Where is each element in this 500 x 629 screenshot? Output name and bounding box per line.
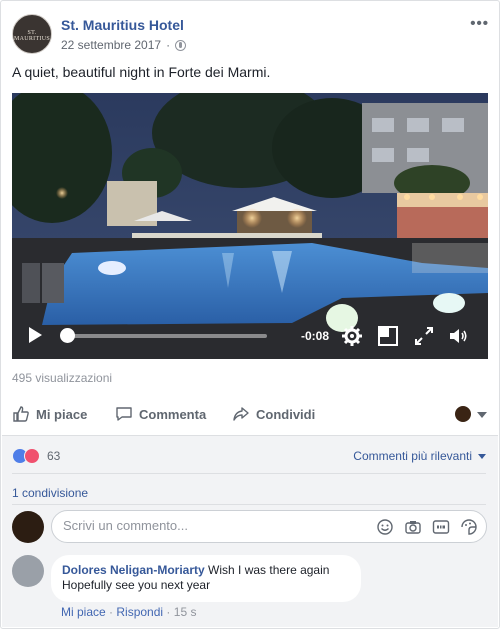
- comment-time[interactable]: 15 s: [174, 605, 197, 619]
- share-icon: [233, 407, 249, 421]
- thumbs-up-icon: [13, 406, 29, 422]
- settings-icon[interactable]: [342, 326, 362, 346]
- love-icon[interactable]: [24, 448, 40, 464]
- comment-like-link[interactable]: Mi piace: [61, 605, 106, 619]
- more-options-icon[interactable]: •••: [470, 15, 489, 32]
- sort-label: Commenti più rilevanti: [353, 449, 472, 463]
- comment-icon: [116, 407, 132, 421]
- comment-input[interactable]: [63, 518, 363, 533]
- time-remaining: -0:08: [301, 329, 330, 343]
- commenter-avatar[interactable]: [12, 555, 44, 587]
- comment-label: Commenta: [139, 406, 207, 422]
- comment-author-link[interactable]: Dolores Neligan-Moriarty: [62, 563, 205, 577]
- post-card: ST. MAURITIUS St. Mauritius Hotel 22 set…: [0, 0, 500, 629]
- comment-actions-separator: ·: [166, 605, 174, 619]
- user-avatar: [12, 511, 44, 543]
- fullscreen-icon[interactable]: [414, 326, 434, 346]
- reaction-count[interactable]: 63: [47, 449, 60, 463]
- divider: [12, 504, 486, 505]
- view-count: 495 visualizzazioni: [12, 371, 113, 385]
- comment-reply-link[interactable]: Rispondi: [116, 605, 163, 619]
- comments-section: 63 Commenti più rilevanti 1 condivisione: [2, 435, 498, 627]
- sticker-icon[interactable]: [460, 518, 478, 536]
- chevron-down-icon[interactable]: [477, 412, 487, 418]
- post-date[interactable]: 22 settembre 2017: [61, 38, 161, 52]
- share-label: Condividi: [256, 406, 316, 422]
- post-actions: Mi piace Commenta Condividi: [12, 396, 489, 432]
- mini-player-icon[interactable]: [378, 326, 398, 346]
- progress-scrubber[interactable]: [60, 328, 75, 343]
- meta-separator: ·: [166, 38, 171, 52]
- volume-icon[interactable]: [449, 326, 469, 346]
- video-player[interactable]: -0:08: [12, 93, 488, 359]
- comment-composer[interactable]: [51, 510, 487, 543]
- page-avatar[interactable]: ST. MAURITIUS: [12, 14, 52, 54]
- comment-actions: Mi piace · Rispondi · 15 s: [61, 605, 196, 619]
- like-button[interactable]: Mi piace: [12, 405, 87, 423]
- like-label: Mi piace: [36, 406, 88, 422]
- camera-icon[interactable]: [404, 518, 422, 536]
- emoji-icon[interactable]: [376, 518, 394, 536]
- comment-sort-dropdown[interactable]: Commenti più rilevanti: [353, 449, 486, 463]
- share-as-avatar[interactable]: [455, 406, 471, 422]
- play-icon[interactable]: [29, 327, 42, 343]
- post-meta: 22 settembre 2017 ·: [61, 38, 187, 52]
- page-name-link[interactable]: St. Mauritius Hotel: [61, 17, 184, 33]
- post-header: ST. MAURITIUS St. Mauritius Hotel 22 set…: [12, 14, 489, 56]
- comment-bubble: Dolores Neligan-Moriarty Wish I was ther…: [51, 555, 361, 602]
- comment-button[interactable]: Commenta: [115, 405, 206, 423]
- reactions-row: 63 Commenti più rilevanti: [12, 436, 486, 474]
- sort-chevron-icon: [478, 453, 486, 459]
- avatar-logo-text: ST. MAURITIUS: [13, 30, 51, 42]
- video-progress-bar[interactable]: [67, 334, 267, 338]
- post-text: A quiet, beautiful night in Forte dei Ma…: [12, 64, 271, 80]
- video-controls: -0:08: [12, 313, 488, 359]
- globe-icon[interactable]: [175, 39, 187, 51]
- share-count-link[interactable]: 1 condivisione: [12, 486, 88, 500]
- share-button[interactable]: Condividi: [232, 405, 315, 423]
- gif-icon[interactable]: [432, 518, 450, 536]
